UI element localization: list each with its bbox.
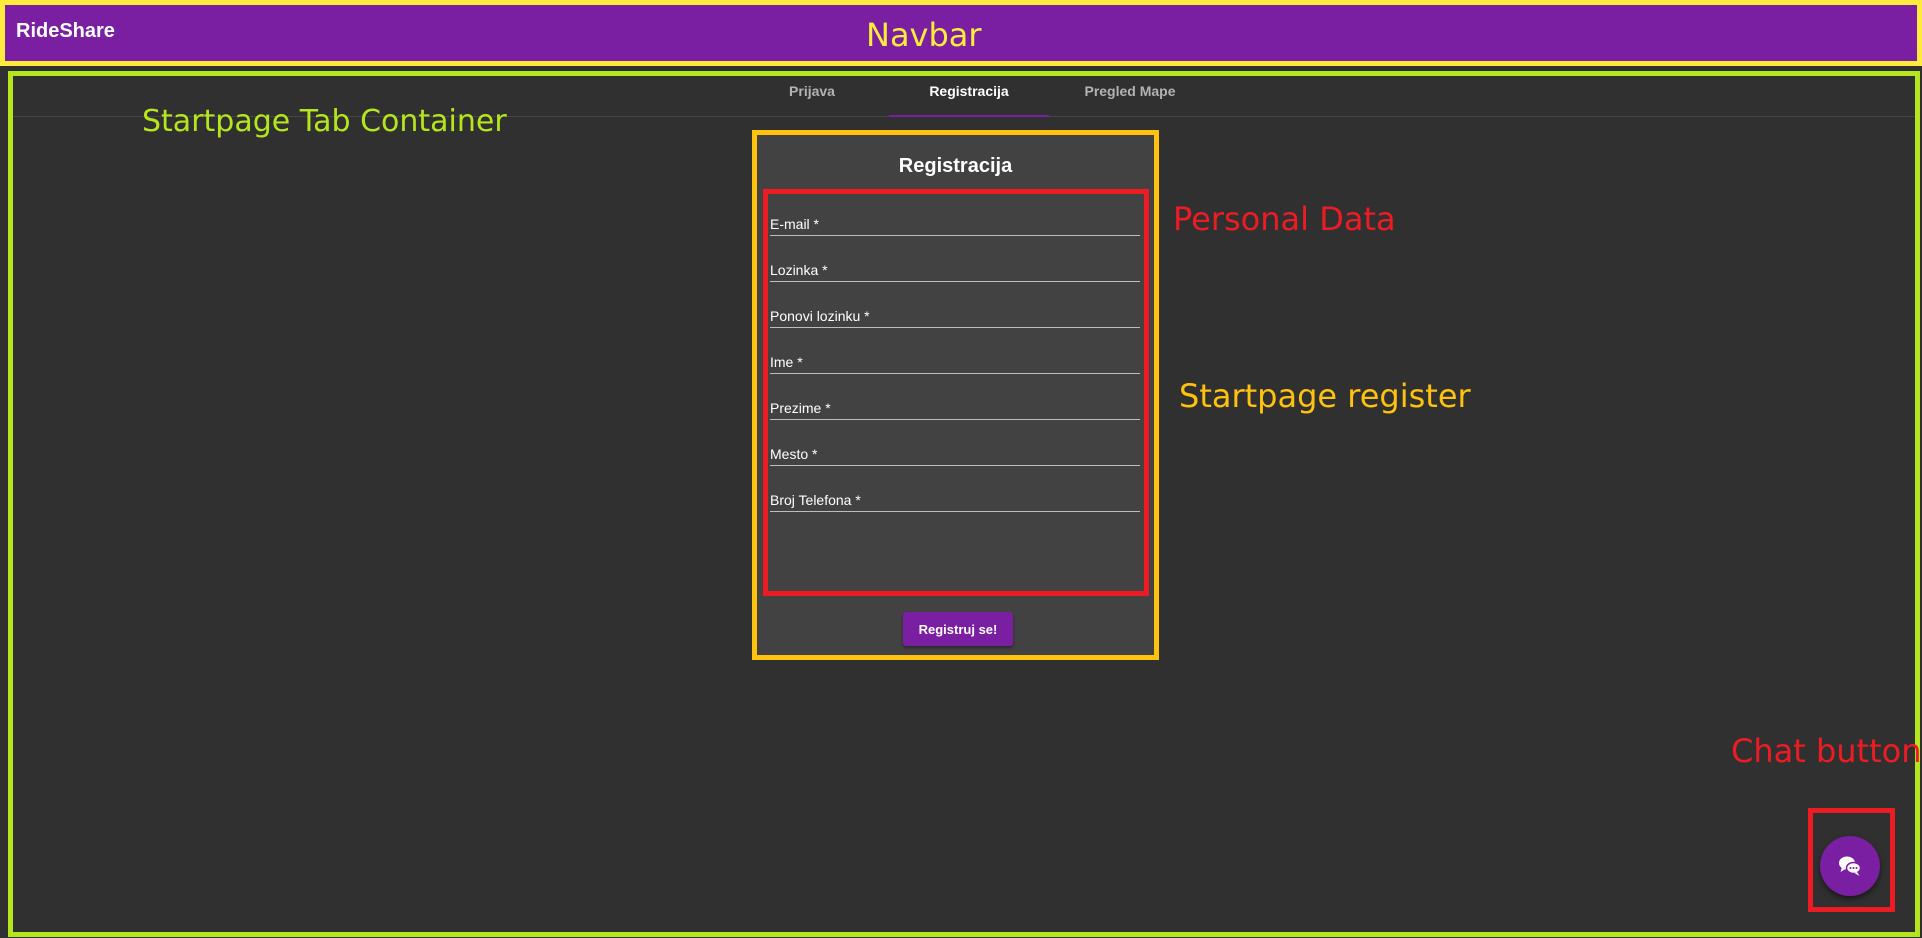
annotation-tab-container: Startpage Tab Container bbox=[142, 104, 507, 139]
tab-prijava[interactable]: Prijava bbox=[732, 76, 892, 117]
register-submit-button[interactable]: Registruj se! bbox=[903, 612, 1013, 646]
annotation-startpage-register: Startpage register bbox=[1179, 377, 1471, 415]
last-name-field[interactable]: Prezime * bbox=[770, 380, 1140, 420]
city-field[interactable]: Mesto * bbox=[770, 426, 1140, 466]
repeat-password-input[interactable] bbox=[770, 288, 1140, 327]
annotation-navbar: Navbar bbox=[866, 16, 982, 54]
phone-field[interactable]: Broj Telefona * bbox=[770, 472, 1140, 512]
startpage-register: Registracija E-mail * Lozinka * Ponovi l… bbox=[752, 130, 1159, 660]
chat-button[interactable] bbox=[1820, 836, 1880, 896]
email-input[interactable] bbox=[770, 196, 1140, 235]
tab-registracija[interactable]: Registracija bbox=[889, 76, 1049, 117]
annotation-personal-data: Personal Data bbox=[1173, 200, 1396, 238]
city-input[interactable] bbox=[770, 426, 1140, 465]
repeat-password-field[interactable]: Ponovi lozinku * bbox=[770, 288, 1140, 328]
email-field[interactable]: E-mail * bbox=[770, 196, 1140, 236]
phone-input[interactable] bbox=[770, 472, 1140, 511]
personal-data-section: E-mail * Lozinka * Ponovi lozinku * Ime … bbox=[763, 189, 1149, 596]
last-name-input[interactable] bbox=[770, 380, 1140, 419]
annotation-chat-button: Chat button bbox=[1731, 732, 1922, 770]
tab-pregled-mape[interactable]: Pregled Mape bbox=[1050, 76, 1210, 117]
password-field[interactable]: Lozinka * bbox=[770, 242, 1140, 282]
startpage-tab-container: Prijava Registracija Pregled Mape Regist… bbox=[8, 71, 1920, 937]
first-name-field[interactable]: Ime * bbox=[770, 334, 1140, 374]
chat-bubbles-icon bbox=[1839, 856, 1862, 876]
password-input[interactable] bbox=[770, 242, 1140, 281]
first-name-input[interactable] bbox=[770, 334, 1140, 373]
register-title: Registracija bbox=[898, 155, 1013, 177]
brand-title[interactable]: RideShare bbox=[16, 20, 115, 43]
